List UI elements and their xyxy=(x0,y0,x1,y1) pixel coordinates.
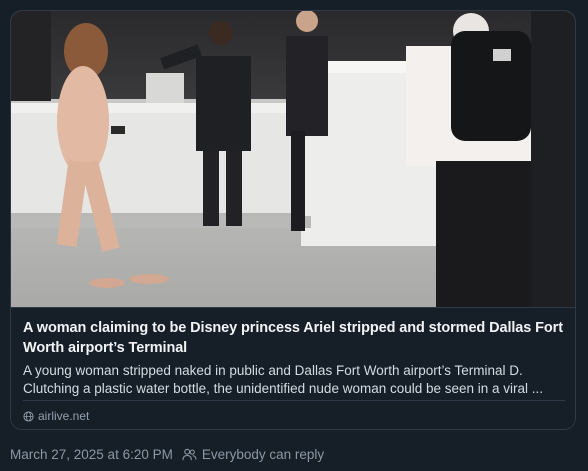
link-title[interactable]: A woman claiming to be Disney princess A… xyxy=(23,318,565,358)
globe-icon xyxy=(23,410,34,422)
post-embed: A woman claiming to be Disney princess A… xyxy=(0,0,588,471)
reply-setting-label: Everybody can reply xyxy=(201,447,325,462)
post-footer: March 27, 2025 at 6:20 PM Everybody can … xyxy=(10,447,324,462)
link-preview-image[interactable] xyxy=(11,11,575,307)
post-timestamp[interactable]: March 27, 2025 at 6:20 PM xyxy=(10,447,173,462)
card-divider xyxy=(23,400,565,401)
link-description: A young woman stripped naked in public a… xyxy=(23,362,565,398)
link-description-line: Clutching a plastic water bottle, the un… xyxy=(23,381,544,396)
link-description-line: A young woman stripped naked in public a… xyxy=(23,363,523,378)
reply-setting[interactable]: Everybody can reply xyxy=(182,447,324,462)
link-preview-card[interactable]: A woman claiming to be Disney princess A… xyxy=(10,10,576,430)
people-icon xyxy=(182,448,197,461)
link-preview-text[interactable]: A woman claiming to be Disney princess A… xyxy=(11,307,575,429)
airport-scene-image xyxy=(11,11,575,307)
link-domain-text: airlive.net xyxy=(38,409,90,423)
link-domain: airlive.net xyxy=(23,409,89,423)
